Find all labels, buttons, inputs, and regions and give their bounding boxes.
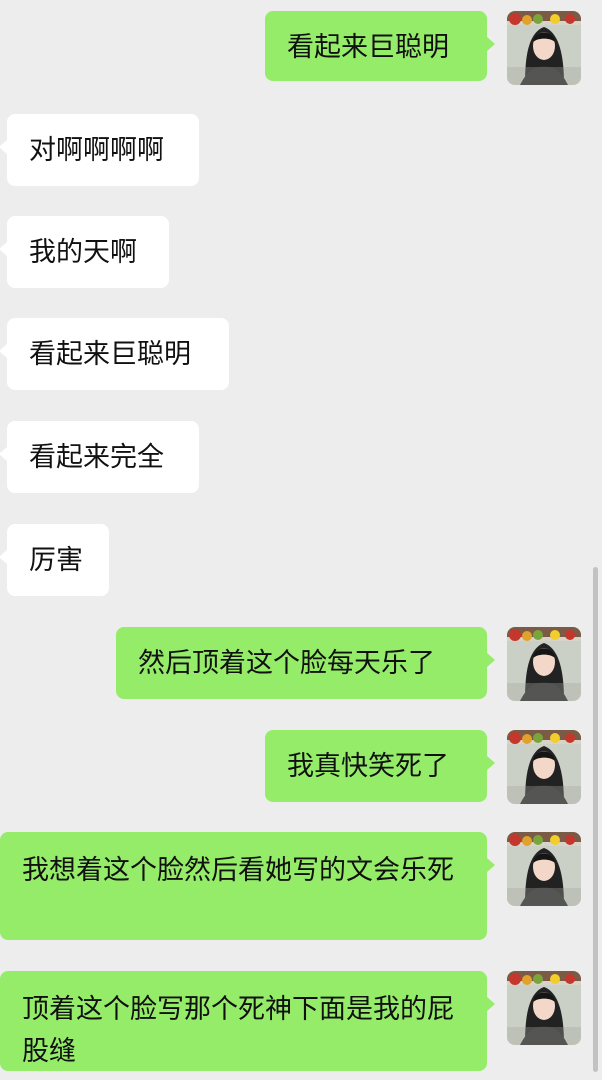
- incoming-message-bubble[interactable]: 厉害: [0, 524, 109, 596]
- message-text: 顶着这个脸写那个死神下面是我的屁股缝: [22, 994, 454, 1067]
- user-avatar[interactable]: [507, 730, 581, 804]
- message-text: 我真快笑死了: [287, 751, 449, 782]
- chat-view[interactable]: 看起来巨聪明 对啊啊啊啊 我的天啊 看起来巨聪明 看起来完全 厉害 然后顶着这个…: [0, 0, 602, 1080]
- outgoing-message-bubble[interactable]: 我想着这个脸然后看她写的文会乐死: [0, 832, 495, 940]
- outgoing-message-bubble[interactable]: 我真快笑死了: [265, 730, 495, 802]
- message-text: 对啊啊啊啊: [29, 135, 164, 166]
- message-text: 我想着这个脸然后看她写的文会乐死: [22, 855, 454, 886]
- message-text: 我的天啊: [29, 237, 137, 268]
- user-avatar[interactable]: [507, 627, 581, 701]
- user-avatar[interactable]: [507, 832, 581, 906]
- user-avatar[interactable]: [507, 971, 581, 1045]
- outgoing-message-bubble[interactable]: 然后顶着这个脸每天乐了: [116, 627, 495, 699]
- message-text: 厉害: [29, 545, 83, 576]
- message-text: 看起来巨聪明: [287, 32, 449, 63]
- incoming-message-bubble[interactable]: 看起来巨聪明: [0, 318, 229, 390]
- message-text: 看起来完全: [29, 442, 164, 473]
- incoming-message-bubble[interactable]: 看起来完全: [0, 421, 199, 493]
- message-text: 看起来巨聪明: [29, 339, 191, 370]
- user-avatar[interactable]: [507, 11, 581, 85]
- message-text: 然后顶着这个脸每天乐了: [138, 648, 435, 679]
- incoming-message-bubble[interactable]: 我的天啊: [0, 216, 169, 288]
- outgoing-message-bubble[interactable]: 看起来巨聪明: [265, 11, 495, 81]
- outgoing-message-bubble[interactable]: 顶着这个脸写那个死神下面是我的屁股缝: [0, 971, 495, 1071]
- chat-scrollbar[interactable]: [593, 567, 598, 1072]
- incoming-message-bubble[interactable]: 对啊啊啊啊: [0, 114, 199, 186]
